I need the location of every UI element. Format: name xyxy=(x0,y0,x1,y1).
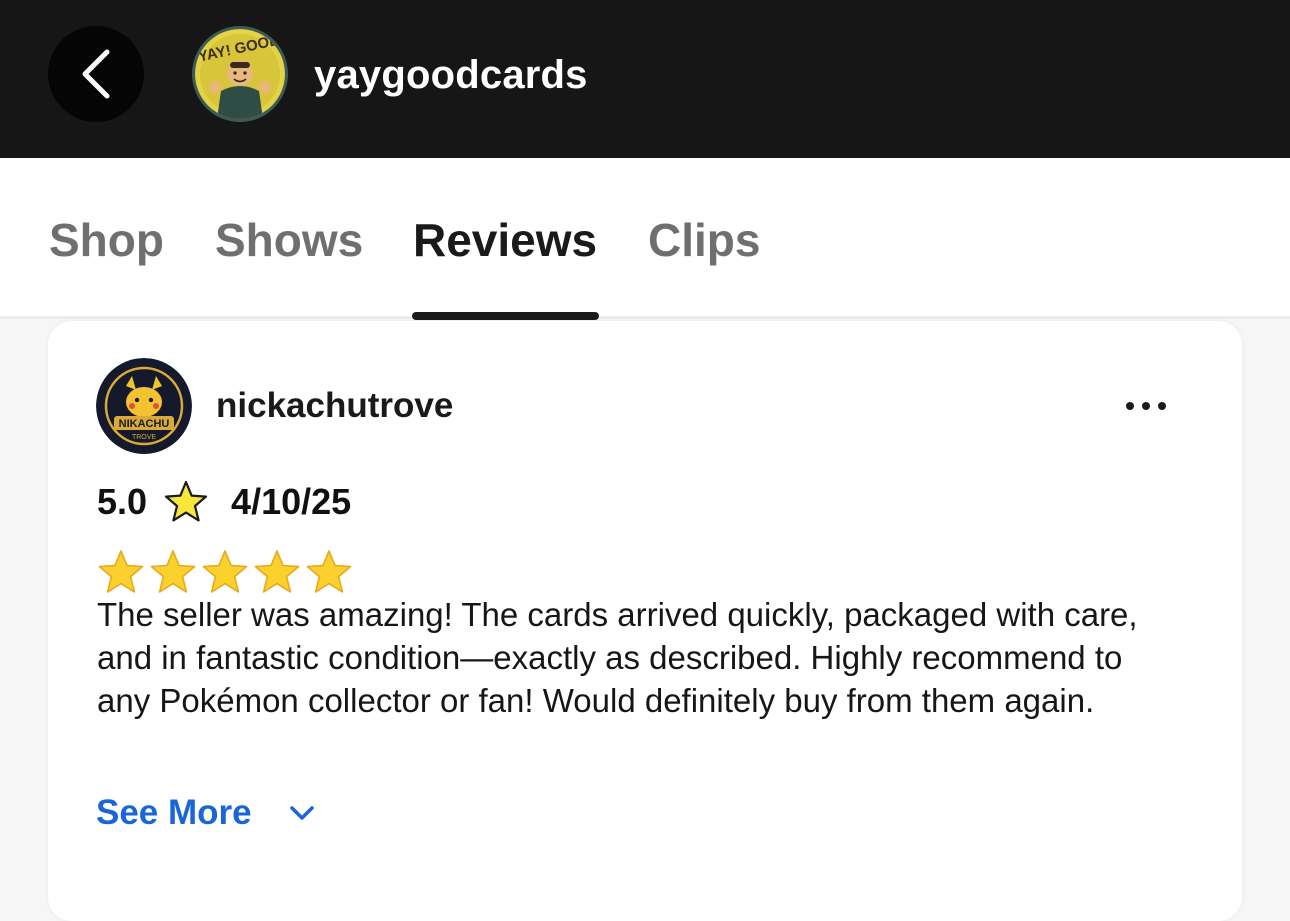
tab-bar: Shop Shows Reviews Clips xyxy=(0,158,1290,320)
tab-shop[interactable]: Shop xyxy=(49,210,164,270)
reviewer-avatar[interactable]: NIKACHU TROVE xyxy=(96,358,192,454)
back-button[interactable] xyxy=(48,26,144,122)
star-icon xyxy=(254,550,300,593)
active-tab-indicator xyxy=(412,312,599,320)
tab-reviews[interactable]: Reviews xyxy=(413,210,597,270)
review-text: The seller was amazing! The cards arrive… xyxy=(97,596,1138,719)
tab-shows[interactable]: Shows xyxy=(215,210,363,270)
star-outline-icon xyxy=(164,480,208,522)
star-icon xyxy=(202,550,248,593)
reviewer-name[interactable]: nickachutrove xyxy=(216,382,453,430)
shop-name[interactable]: yaygoodcards xyxy=(314,50,588,100)
more-options-button[interactable] xyxy=(1116,386,1176,426)
see-more-button[interactable]: See More xyxy=(96,790,316,836)
shop-logo-image: YAY! GOOD xyxy=(195,29,285,119)
star-icon xyxy=(98,550,144,593)
tab-clips[interactable]: Clips xyxy=(648,210,760,270)
shop-avatar[interactable]: YAY! GOOD xyxy=(192,26,288,122)
reviewer-logo-text: NIKACHU xyxy=(119,418,170,430)
star-icon xyxy=(150,550,196,593)
rating-value: 5.0 xyxy=(97,481,148,522)
chevron-down-icon xyxy=(289,806,314,820)
reviewer-logo-image: NIKACHU TROVE xyxy=(96,358,192,454)
top-bar: YAY! GOOD yaygoodcards xyxy=(0,0,1290,158)
star-rating xyxy=(97,549,353,595)
star-icon xyxy=(306,550,352,593)
chevron-left-icon xyxy=(82,49,110,99)
reviewer-logo-subtext: TROVE xyxy=(132,434,156,441)
see-more-label: See More xyxy=(96,793,252,832)
more-horizontal-icon xyxy=(1126,402,1166,410)
rating-summary: 5.0 4/10/25 xyxy=(97,478,351,526)
review-date: 4/10/25 xyxy=(231,481,352,522)
